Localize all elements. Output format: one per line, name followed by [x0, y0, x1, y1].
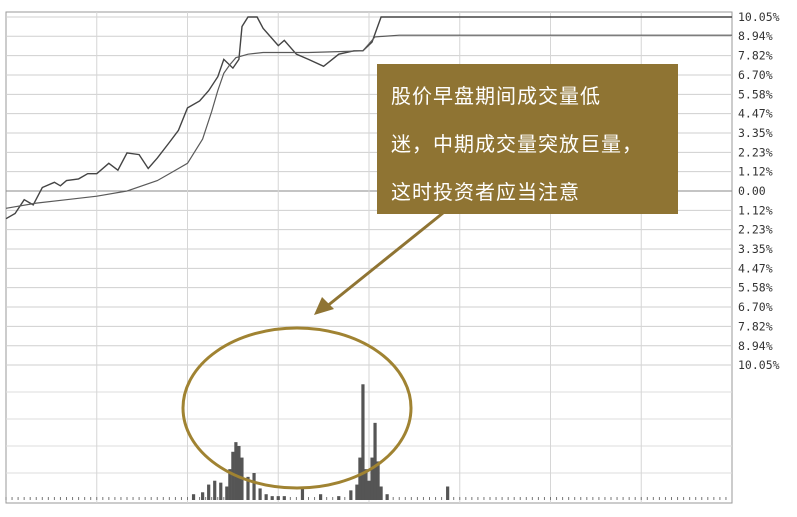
- volume-bars: [5, 384, 727, 500]
- volume-bar: [201, 492, 205, 500]
- volume-bar: [234, 442, 238, 500]
- price-tick-label: 6.70%: [738, 300, 773, 314]
- volume-bar: [219, 482, 223, 500]
- callout-line-3: 这时投资者应当注意: [391, 180, 580, 204]
- price-tick-label: 4.47%: [738, 261, 773, 275]
- price-tick-label: 2.23%: [738, 145, 773, 159]
- volume-bar: [252, 473, 256, 500]
- volume-bar: [191, 494, 196, 500]
- volume-bar: [207, 484, 211, 500]
- price-tick-label: 7.82%: [738, 319, 773, 333]
- price-tick-label: 10.05%: [738, 10, 780, 24]
- volume-bar: [367, 480, 371, 500]
- price-tick-label: 7.82%: [738, 49, 773, 63]
- volume-bar: [379, 486, 383, 500]
- price-tick-label: 6.70%: [738, 68, 773, 82]
- price-tick-label: 8.94%: [738, 339, 773, 353]
- price-tick-label: 0.00: [738, 184, 766, 198]
- volume-bar: [319, 494, 323, 500]
- volume-bar: [355, 484, 359, 500]
- price-axis-ticks: 10.05% 8.94% 7.82% 6.70% 5.58% 4.47% 3.35% 2.23…: [738, 10, 780, 372]
- price-tick-label: 3.35%: [738, 242, 773, 256]
- highlight-ellipse: [181, 326, 413, 490]
- price-tick-label: 3.35%: [738, 126, 773, 140]
- price-tick-label: 5.58%: [738, 281, 773, 295]
- volume-bar: [270, 496, 274, 500]
- annotation-arrow-head: [314, 297, 334, 315]
- volume-bar: [213, 480, 217, 500]
- price-tick-label: 5.58%: [738, 87, 773, 101]
- volume-bar: [258, 488, 262, 500]
- price-tick-label: 2.23%: [738, 223, 773, 237]
- volume-bar: [370, 457, 374, 500]
- volume-bar: [373, 422, 377, 500]
- volume-bar: [276, 496, 280, 500]
- volume-bar: [300, 488, 305, 500]
- volume-bar: [264, 494, 268, 500]
- price-tick-label: 1.12%: [738, 203, 773, 217]
- price-tick-label: 1.12%: [738, 165, 773, 179]
- volume-bar: [446, 486, 450, 500]
- volume-bar: [282, 496, 286, 500]
- volume-bar: [337, 496, 341, 500]
- callout-line-1: 股价早盘期间成交量低: [391, 84, 601, 108]
- price-tick-label: 10.05%: [738, 358, 780, 372]
- price-tick-label: 4.47%: [738, 107, 773, 121]
- price-tick-label: 8.94%: [738, 29, 773, 43]
- annotation-marks: [181, 211, 444, 490]
- volume-bar: [361, 384, 365, 500]
- annotation-callout: 股价早盘期间成交量低 迷，中期成交量突放巨量， 这时投资者应当注意: [377, 64, 678, 214]
- volume-bar: [237, 446, 241, 500]
- volume-bar: [349, 490, 353, 500]
- callout-line-2: 迷，中期成交量突放巨量，: [391, 132, 643, 156]
- volume-bar: [376, 461, 380, 500]
- volume-bar: [358, 457, 362, 500]
- volume-bar: [225, 486, 229, 500]
- annotation-arrow-shaft: [325, 211, 444, 309]
- volume-bar: [385, 494, 389, 500]
